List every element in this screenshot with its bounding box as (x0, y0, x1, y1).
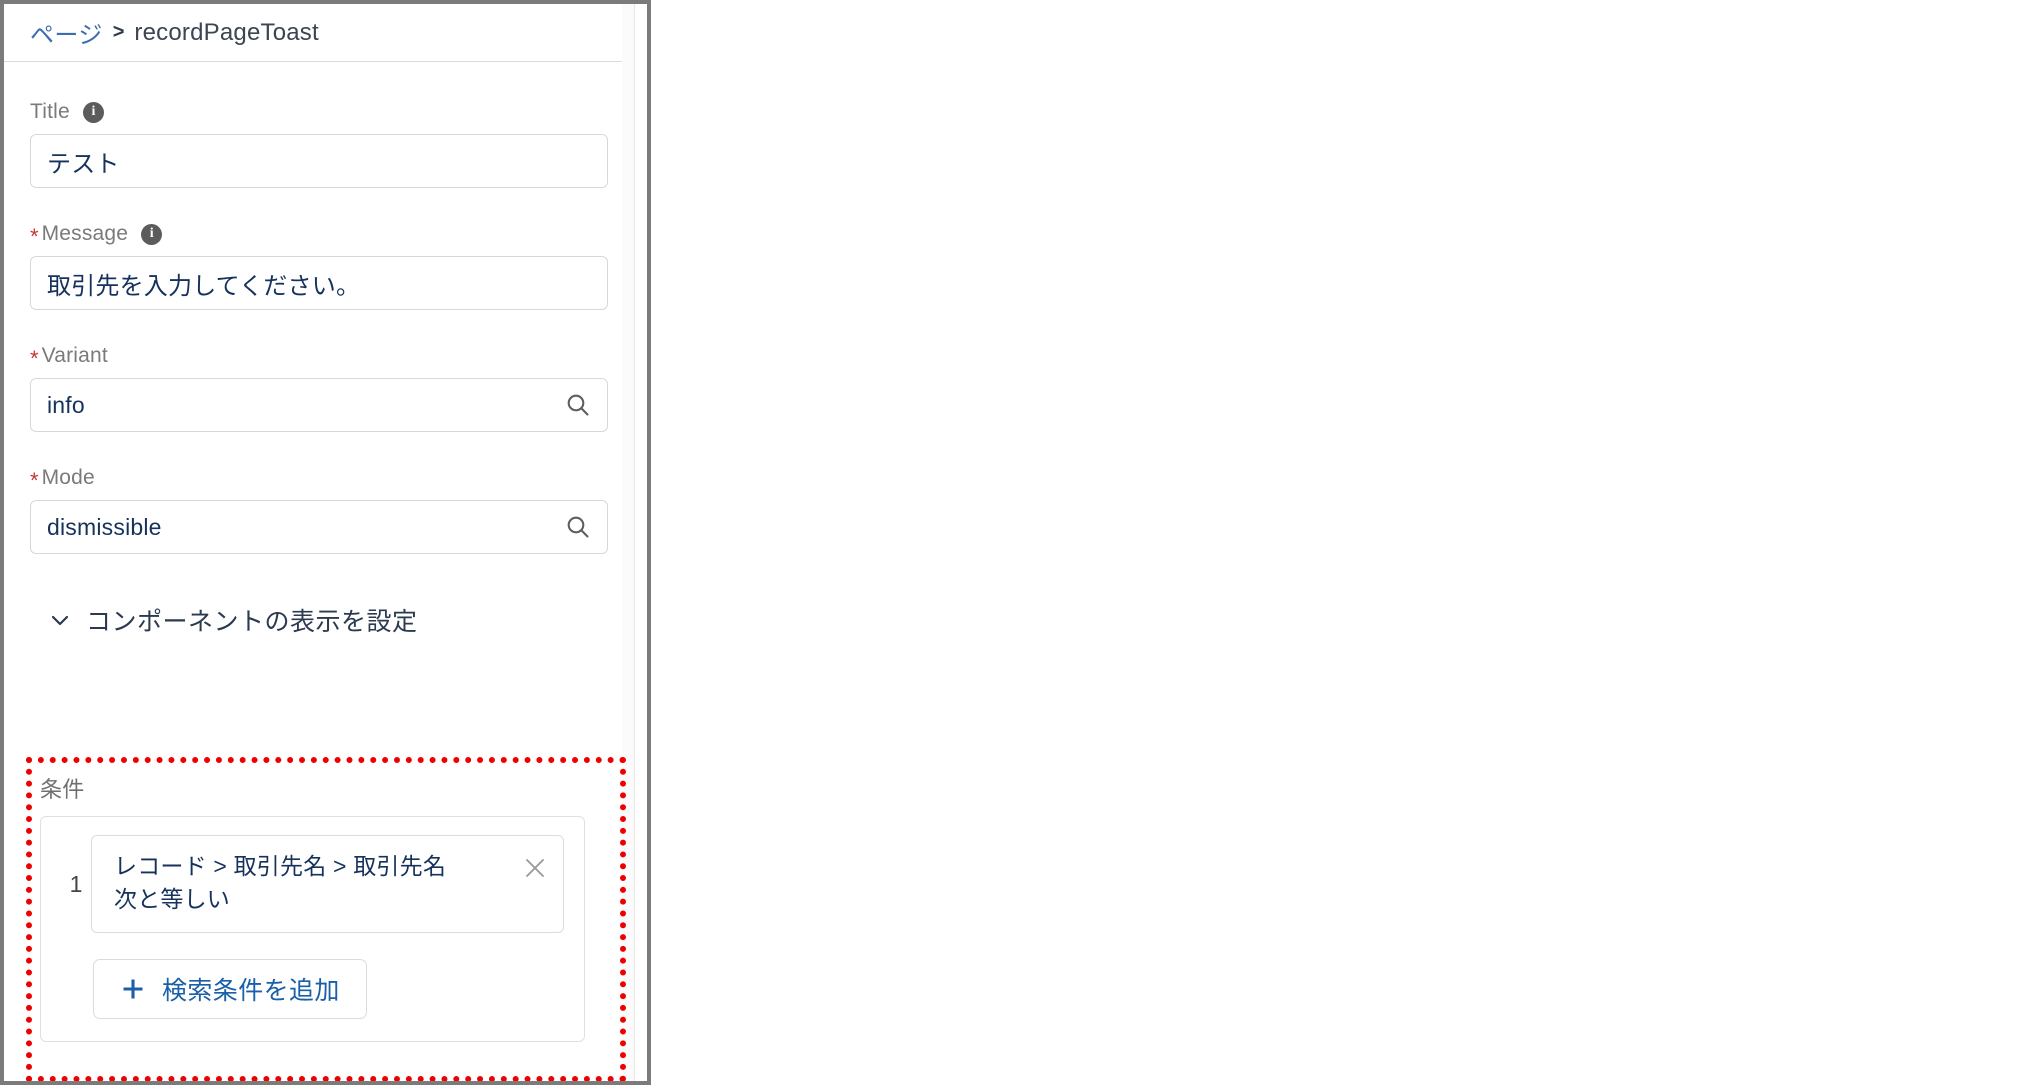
field-variant-label: Variant (41, 344, 108, 367)
breadcrumb-current: recordPageToast (134, 18, 319, 46)
field-title: Title i テスト (30, 100, 608, 188)
mode-combobox[interactable]: dismissible (30, 500, 608, 554)
breadcrumb-parent-link[interactable]: ページ (30, 15, 103, 50)
properties-panel-content: ページ > recordPageToast Title i テスト * Mess (4, 4, 635, 1081)
breadcrumb-separator: > (112, 21, 125, 43)
close-icon[interactable] (523, 856, 547, 880)
field-title-label: Title (30, 100, 70, 123)
field-mode-label-row: * Mode (30, 466, 608, 493)
add-filter-label: 検索条件を追加 (162, 977, 340, 1005)
title-input-value: テスト (47, 150, 120, 178)
field-message: * Message i 取引先を入力してください。 (30, 222, 608, 310)
field-mode-label: Mode (41, 466, 95, 489)
add-filter-button[interactable]: 検索条件を追加 (93, 959, 367, 1019)
conditions-panel: 1 レコード > 取引先名 > 取引先名 次と等しい 検索条件を追加 (40, 816, 585, 1042)
condition-operator: 次と等しい (114, 886, 230, 913)
condition-index: 1 (69, 870, 83, 897)
field-title-label-row: Title i (30, 100, 608, 124)
component-visibility-section-header[interactable]: コンポーネントの表示を設定 (30, 602, 608, 638)
condition-row: 1 レコード > 取引先名 > 取引先名 次と等しい (61, 835, 564, 933)
required-asterisk: * (30, 346, 39, 371)
title-input[interactable]: テスト (30, 134, 608, 188)
search-icon[interactable] (565, 514, 591, 540)
info-icon[interactable]: i (82, 101, 104, 123)
condition-item[interactable]: レコード > 取引先名 > 取引先名 次と等しい (91, 835, 564, 933)
required-asterisk: * (30, 224, 39, 249)
variant-combobox[interactable]: info (30, 378, 608, 432)
field-variant-label-row: * Variant (30, 344, 608, 371)
field-variant: * Variant info (30, 344, 608, 432)
info-icon[interactable]: i (141, 223, 163, 245)
search-icon[interactable] (565, 392, 591, 418)
message-input-value: 取引先を入力してください。 (47, 272, 361, 300)
field-mode: * Mode dismissible (30, 466, 608, 554)
field-message-label: Message (41, 222, 129, 245)
conditions-label: 条件 (40, 777, 85, 802)
panel-scrollbar[interactable] (622, 4, 634, 1081)
condition-field-path: レコード > 取引先名 > 取引先名 (114, 853, 447, 879)
properties-panel: ページ > recordPageToast Title i テスト * Mess (0, 0, 651, 1085)
field-message-label-row: * Message i (30, 222, 608, 249)
breadcrumb: ページ > recordPageToast (4, 4, 634, 62)
component-visibility-section-title: コンポーネントの表示を設定 (86, 608, 418, 636)
chevron-down-icon (48, 608, 72, 632)
design-canvas (651, 0, 2027, 1085)
required-asterisk: * (30, 468, 39, 493)
variant-value: info (47, 391, 85, 418)
message-input[interactable]: 取引先を入力してください。 (30, 256, 608, 310)
plus-icon (120, 976, 146, 1002)
filter-conditions-section: 条件 1 レコード > 取引先名 > 取引先名 次と等しい 検索条件を追加 (40, 772, 612, 1042)
mode-value: dismissible (47, 513, 162, 540)
